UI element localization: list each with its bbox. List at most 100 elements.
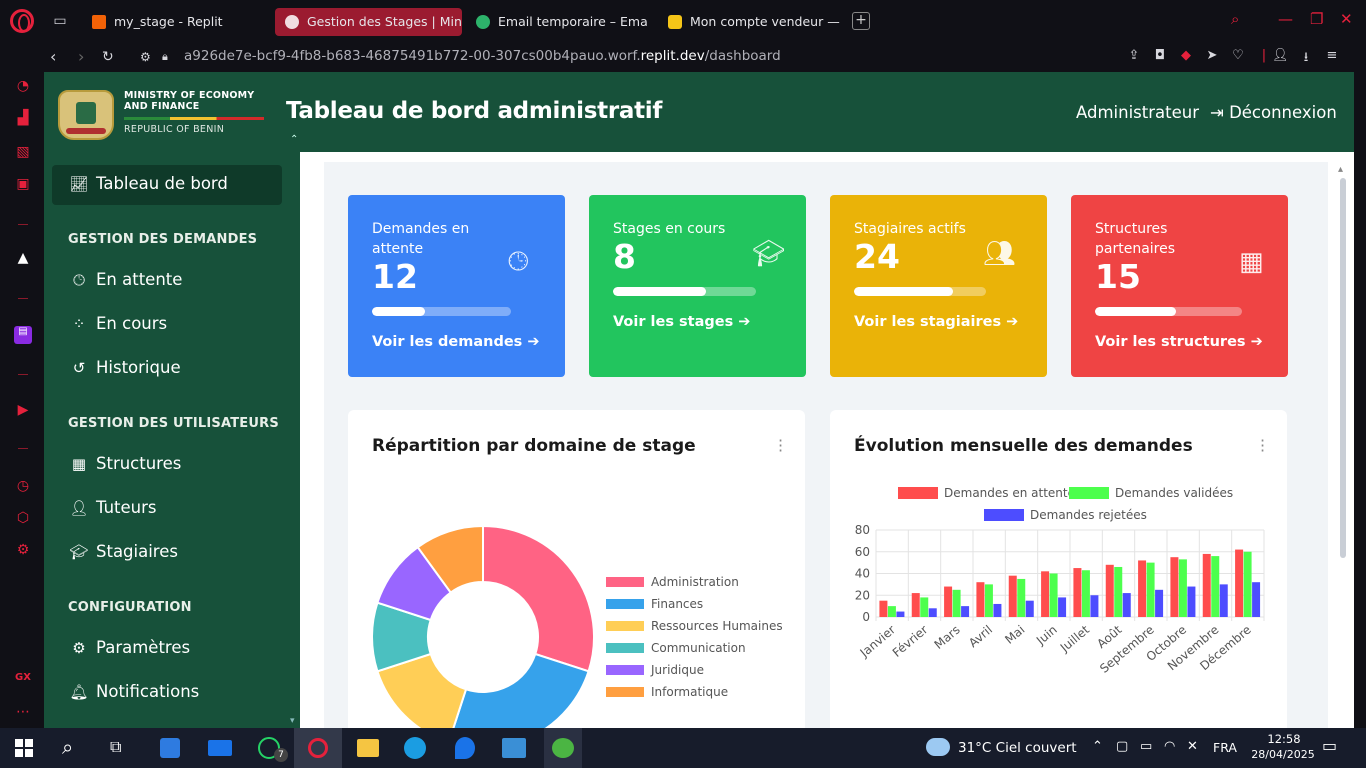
maps-icon[interactable] bbox=[455, 737, 475, 759]
easy-setup-icon[interactable]: ≡ bbox=[1324, 48, 1340, 64]
legend-label: Communication bbox=[651, 641, 746, 655]
content-scrollbar[interactable] bbox=[1340, 178, 1346, 558]
card-link-label: Voir les demandes bbox=[372, 334, 523, 350]
bar-1 bbox=[1211, 556, 1220, 617]
address-bar: ‹ › ↻ ⚙ 🔒︎ a926de7e-bcf9-4fb8-b683-46875… bbox=[0, 42, 1366, 72]
x-tick-label: Février bbox=[890, 623, 931, 660]
mail-icon[interactable] bbox=[208, 740, 232, 756]
bar-2 bbox=[993, 603, 1002, 617]
logout-button[interactable]: ⇥ Déconnexion bbox=[1210, 103, 1337, 122]
url-text[interactable]: a926de7e-bcf9-4fb8-b683-46875491b772-00-… bbox=[184, 48, 781, 64]
card-link-demandes[interactable]: Voir les demandes ➔ bbox=[372, 334, 540, 350]
sidebar-item-en-cours[interactable]: ⁘ En cours bbox=[68, 314, 167, 338]
tab-email-temporaire[interactable]: Email temporaire – Email a bbox=[466, 8, 648, 36]
users-icon: 👥︎ bbox=[983, 239, 1017, 269]
tab-label: Email temporaire – Email a bbox=[498, 14, 648, 29]
store-icon[interactable] bbox=[160, 738, 180, 758]
file-explorer-icon[interactable] bbox=[357, 739, 379, 757]
back-button[interactable]: ‹ bbox=[50, 47, 56, 66]
heart-icon[interactable]: ♡ bbox=[1230, 48, 1246, 64]
remote-desktop-icon[interactable] bbox=[502, 738, 526, 758]
tab-replit[interactable]: my_stage - Replit bbox=[82, 8, 268, 36]
new-tab-button[interactable]: + bbox=[852, 12, 870, 30]
sidebar-item-parametres[interactable]: ⚙ Paramètres bbox=[68, 638, 190, 662]
graduate-icon: 🎓︎ bbox=[69, 543, 89, 561]
section-title-utilisateurs: GESTION DES UTILISATEURS bbox=[68, 416, 279, 431]
card-link-stages[interactable]: Voir les stages ➔ bbox=[613, 314, 750, 330]
chevron-up-icon[interactable]: ⌃ bbox=[1092, 739, 1103, 754]
player-icon[interactable]: ▶ bbox=[14, 402, 32, 420]
download-icon[interactable]: ⭳ bbox=[1298, 48, 1314, 65]
history-icon[interactable]: ◷ bbox=[14, 478, 32, 496]
gx-icon[interactable]: GX bbox=[14, 672, 32, 690]
lock-icon: 🔒︎ bbox=[162, 50, 168, 63]
card-link-structures[interactable]: Voir les structures ➔ bbox=[1095, 334, 1263, 350]
sidebar-scroll-down-icon[interactable]: ▾ bbox=[290, 716, 295, 726]
language-indicator[interactable]: FRA bbox=[1213, 740, 1237, 755]
wifi-icon[interactable]: ◠ bbox=[1164, 739, 1175, 754]
edge-icon[interactable] bbox=[404, 737, 426, 759]
bar-2 bbox=[1025, 600, 1034, 617]
twitch-icon[interactable]: ▤ bbox=[14, 326, 32, 344]
battery-icon[interactable]: ▭ bbox=[1140, 739, 1152, 754]
close-button[interactable]: ✕ bbox=[1340, 10, 1353, 28]
speaker-muted-icon[interactable]: ✕ bbox=[1187, 739, 1198, 754]
gx-control-icon[interactable]: ▟ bbox=[14, 110, 32, 128]
share-icon[interactable]: ⇪ bbox=[1126, 48, 1142, 64]
page-scrollbar[interactable] bbox=[1354, 72, 1366, 728]
bar-2 bbox=[1122, 593, 1131, 617]
y-tick-label: 80 bbox=[855, 523, 870, 537]
task-view-icon[interactable]: ⧉ bbox=[110, 737, 121, 757]
taskbar-opera-active[interactable] bbox=[294, 728, 342, 768]
search-icon[interactable]: ⌕ bbox=[1231, 10, 1239, 28]
meet-icon[interactable]: ▢ bbox=[1116, 739, 1128, 754]
scroll-up-icon[interactable]: ▴ bbox=[1338, 164, 1343, 175]
forward-button[interactable]: › bbox=[78, 47, 84, 66]
tab-compte-vendeur[interactable]: Mon compte vendeur — C bbox=[658, 8, 840, 36]
windows-start-icon[interactable] bbox=[15, 739, 33, 757]
stat-card-stagiaires: Stagiaires actifs 24 👥︎ Voir les stagiai… bbox=[830, 195, 1047, 377]
taskbar-app-active[interactable] bbox=[544, 728, 582, 768]
bar-0 bbox=[944, 586, 953, 617]
clock-time[interactable]: 12:58 bbox=[1254, 732, 1314, 746]
settings-icon[interactable]: ⚙ bbox=[14, 542, 32, 560]
pie-slice-1 bbox=[452, 652, 590, 728]
sidebar-item-label: En cours bbox=[96, 314, 168, 333]
aria-icon[interactable]: ▲ bbox=[14, 250, 32, 268]
limiter-icon[interactable]: ▣ bbox=[14, 176, 32, 194]
maximize-button[interactable]: ❐ bbox=[1310, 10, 1323, 28]
speed-dial-icon[interactable]: ◔ bbox=[14, 78, 32, 96]
site-settings-icon[interactable]: ⚙ bbox=[140, 50, 151, 64]
search-icon[interactable]: ⌕ bbox=[62, 735, 73, 759]
sidebar-item-dashboard-label[interactable]: 📈︎ Tableau de bord bbox=[68, 174, 227, 198]
more-icon[interactable]: ⋯ bbox=[14, 704, 32, 722]
opera-logo-icon[interactable] bbox=[10, 9, 34, 33]
sidebar-item-stagiaires[interactable]: 🎓︎ Stagiaires bbox=[68, 542, 178, 566]
user-name[interactable]: Administrateur bbox=[1076, 103, 1199, 122]
card-link-stagiaires[interactable]: Voir les stagiaires ➔ bbox=[854, 314, 1018, 330]
camera-icon[interactable]: ◘ bbox=[1152, 48, 1168, 64]
sidebar-item-en-attente[interactable]: 🕒︎ En attente bbox=[68, 270, 182, 294]
history-icon: ↺ bbox=[72, 359, 86, 377]
notification-center-icon[interactable]: ▭ bbox=[1322, 736, 1337, 755]
tab-gestion-stages[interactable]: Gestion des Stages | Minis bbox=[275, 8, 462, 36]
sidebar-item-historique[interactable]: ↺ Historique bbox=[68, 358, 181, 382]
weather-cloud-icon bbox=[926, 738, 950, 756]
replit-favicon-icon bbox=[92, 15, 106, 29]
send-icon[interactable]: ➤ bbox=[1204, 48, 1220, 64]
minimize-button[interactable]: — bbox=[1278, 10, 1293, 28]
sidebar-item-tuteurs[interactable]: 👤︎ Tuteurs bbox=[68, 498, 156, 522]
shield-icon[interactable]: ◆ bbox=[1178, 48, 1194, 64]
profile-icon[interactable]: 👤︎ bbox=[1272, 48, 1289, 64]
reload-button[interactable]: ↻ bbox=[102, 49, 114, 65]
sidebar-item-structures[interactable]: ▦ Structures bbox=[68, 454, 181, 478]
weather-text[interactable]: 31°C Ciel couvert bbox=[958, 740, 1077, 756]
clock-date[interactable]: 28/04/2025 bbox=[1246, 748, 1320, 761]
sidebar-item-notifications[interactable]: 🔔︎ Notifications bbox=[68, 682, 199, 706]
gx-corner-icon[interactable]: ▧ bbox=[14, 144, 32, 162]
cube-icon[interactable]: ⬡ bbox=[14, 510, 32, 528]
workspaces-icon[interactable]: ▭ bbox=[50, 11, 70, 31]
ministry-logo[interactable]: MINISTRY OF ECONOMY AND FINANCE REPUBLIC… bbox=[58, 86, 298, 146]
y-tick-label: 20 bbox=[855, 588, 870, 602]
collapse-chevron-icon[interactable]: ⌃ bbox=[290, 134, 298, 145]
